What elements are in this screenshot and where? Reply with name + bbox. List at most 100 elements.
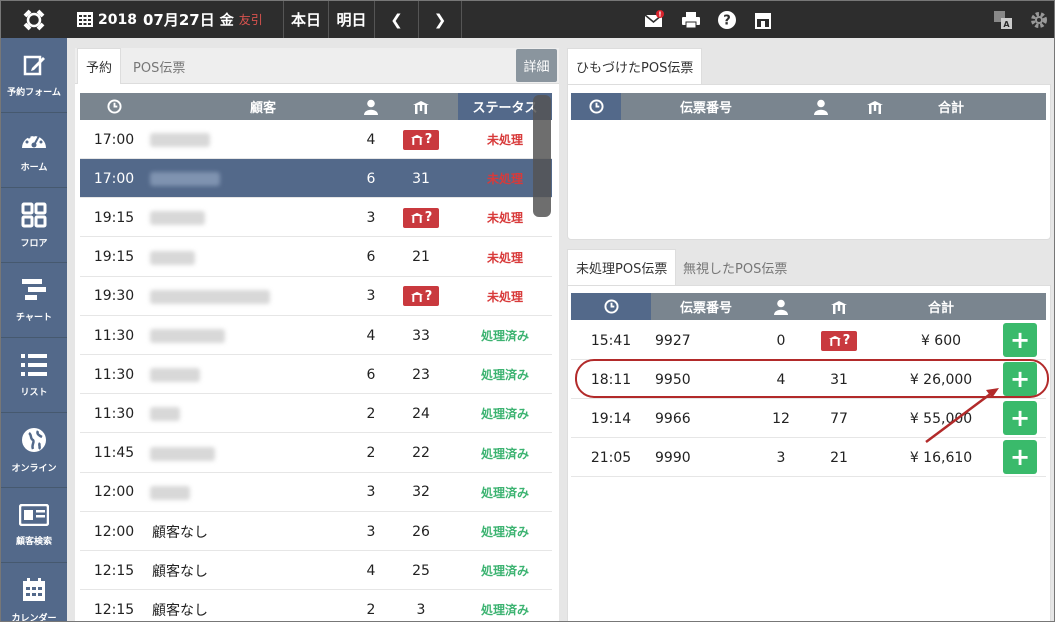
sidebar-item-label: リスト bbox=[20, 387, 48, 398]
table-row[interactable]: 19:15 3? 未処理 bbox=[80, 198, 552, 238]
sidebar-item-5[interactable]: リスト bbox=[1, 338, 67, 413]
guest-count: 3 bbox=[366, 209, 376, 226]
table-row[interactable]: 11:45 2 22 処理済み bbox=[80, 434, 552, 473]
status-badge: 処理済み bbox=[480, 446, 529, 461]
sidebar-item-4[interactable]: チャート bbox=[1, 263, 67, 338]
redacted-name bbox=[150, 289, 270, 304]
sidebar-item-8[interactable]: カレンダー bbox=[1, 563, 67, 622]
sidebar-item-label: ホーム bbox=[20, 162, 48, 173]
reservation-time: 17:00 bbox=[93, 170, 135, 187]
time-column-icon bbox=[571, 293, 651, 320]
table-row[interactable]: 11:30 6 23 処理済み bbox=[80, 355, 552, 395]
status-badge: 処理済み bbox=[480, 603, 529, 618]
printer-icon[interactable] bbox=[681, 10, 701, 30]
svg-text:!: ! bbox=[658, 11, 661, 19]
help-icon[interactable]: ? bbox=[717, 10, 737, 30]
customer-name: 顧客なし bbox=[152, 602, 208, 619]
tab-linked-pos[interactable]: ひもづけたPOS伝票 bbox=[567, 48, 703, 84]
redacted-name bbox=[150, 485, 190, 500]
highlight-annotation bbox=[575, 359, 1049, 444]
table-row[interactable]: 12:00 3 32 処理済み bbox=[80, 473, 552, 512]
guest-count: 4 bbox=[366, 327, 376, 344]
table-row[interactable]: 17:00 6 31 未処理 bbox=[80, 159, 552, 199]
redacted-name bbox=[150, 172, 220, 187]
next-day-button[interactable]: ❯ bbox=[418, 1, 462, 38]
slip-total: ¥ 600 bbox=[920, 332, 962, 349]
table-number: 22 bbox=[412, 445, 430, 462]
sidebar-item-3[interactable]: フロア bbox=[1, 188, 67, 263]
table-number: 25 bbox=[412, 562, 430, 579]
status-badge: 処理済み bbox=[480, 407, 529, 422]
table-row[interactable]: 11:30 2 24 処理済み bbox=[80, 394, 552, 434]
translate-icon[interactable]: A bbox=[993, 10, 1013, 30]
guests-column-icon bbox=[350, 93, 392, 120]
table-column-icon bbox=[398, 93, 444, 120]
unassigned-table-icon: ? bbox=[403, 129, 439, 150]
table-row[interactable]: 12:00 顧客なし 3 26 処理済み bbox=[80, 512, 552, 551]
time-column-icon bbox=[80, 93, 148, 120]
table-row[interactable]: 17:00 4? 未処理 bbox=[80, 120, 552, 159]
table-row[interactable]: 12:15 顧客なし 2 3 処理済み bbox=[80, 590, 552, 621]
settings-gear-icon[interactable] bbox=[1029, 10, 1049, 30]
app-logo-icon[interactable] bbox=[1, 1, 67, 38]
unprocessed-table-header: 伝票番号 合計 bbox=[571, 293, 1046, 320]
table-row[interactable]: 11:30 4 33 処理済み bbox=[80, 316, 552, 355]
table-row[interactable]: 15:41 9927 0? ¥ 600 + bbox=[571, 321, 1046, 360]
status-badge: 処理済み bbox=[480, 564, 529, 579]
guest-count: 4 bbox=[366, 131, 376, 148]
sidebar-item-label: カレンダー bbox=[11, 613, 57, 622]
tomorrow-button[interactable]: 明日 bbox=[328, 1, 374, 38]
customer-column-header: 顧客 bbox=[249, 101, 276, 116]
guest-count: 3 bbox=[366, 523, 376, 540]
status-badge: 未処理 bbox=[486, 289, 523, 304]
guest-count: 6 bbox=[366, 366, 376, 383]
chart-icon bbox=[20, 278, 48, 306]
table-number: 21 bbox=[412, 249, 430, 266]
time-column-icon bbox=[571, 93, 621, 120]
store-icon[interactable] bbox=[753, 10, 773, 30]
reservation-time: 12:15 bbox=[93, 562, 135, 579]
tab-unprocessed-pos[interactable]: 未処理POS伝票 bbox=[567, 249, 677, 285]
reservation-time: 12:15 bbox=[93, 601, 135, 618]
mail-icon[interactable]: ! bbox=[644, 10, 664, 30]
table-row[interactable]: 19:15 6 21 未処理 bbox=[80, 238, 552, 277]
reservation-time: 11:30 bbox=[93, 366, 135, 383]
list-icon bbox=[20, 353, 48, 381]
sidebar-item-label: フロア bbox=[20, 238, 48, 249]
scrollbar[interactable] bbox=[533, 95, 551, 217]
detail-button[interactable]: 詳細 bbox=[516, 49, 557, 82]
prev-day-button[interactable]: ❮ bbox=[374, 1, 418, 38]
unassigned-table-icon: ? bbox=[821, 330, 857, 351]
redacted-name bbox=[150, 329, 225, 343]
tab-ignored-pos[interactable]: 無視したPOS伝票 bbox=[675, 249, 795, 285]
reservation-time: 11:30 bbox=[93, 405, 135, 422]
date-display[interactable]: 2018 07月27日 金 友引 bbox=[69, 1, 281, 38]
customer-name: 顧客なし bbox=[152, 524, 208, 541]
redacted-name bbox=[150, 250, 195, 265]
guest-count: 6 bbox=[366, 170, 376, 187]
reservation-time: 19:15 bbox=[93, 249, 135, 266]
table-row[interactable]: 19:30 3? 未処理 bbox=[80, 277, 552, 316]
link-slip-plus-button[interactable]: + bbox=[1003, 323, 1037, 357]
unassigned-table-icon: ? bbox=[403, 207, 439, 228]
slip-number-header: 伝票番号 bbox=[679, 101, 732, 116]
guests-column-icon bbox=[761, 293, 801, 320]
tab-pos-slips[interactable]: POS伝票 bbox=[125, 48, 193, 84]
status-badge: 未処理 bbox=[486, 250, 523, 265]
sidebar-item-7[interactable]: 顧客検索 bbox=[1, 488, 67, 563]
guests-column-icon bbox=[801, 93, 841, 120]
svg-text:?: ? bbox=[723, 14, 731, 29]
table-number: 24 bbox=[412, 405, 430, 422]
total-column-header: 合計 bbox=[927, 301, 954, 316]
table-row[interactable]: 12:15 顧客なし 4 25 処理済み bbox=[80, 551, 552, 591]
guest-count: 2 bbox=[366, 601, 376, 618]
guest-count: 0 bbox=[776, 332, 786, 349]
sidebar-item-2[interactable]: ホーム bbox=[1, 113, 67, 188]
guest-count: 2 bbox=[366, 445, 376, 462]
status-badge: 処理済み bbox=[480, 485, 529, 500]
today-button[interactable]: 本日 bbox=[283, 1, 328, 38]
sidebar-item-label: 顧客検索 bbox=[15, 536, 52, 547]
sidebar-item-6[interactable]: オンライン bbox=[1, 413, 67, 488]
tab-reservations[interactable]: 予約 bbox=[77, 48, 122, 84]
sidebar-item-1[interactable]: 予約フォーム bbox=[1, 38, 67, 113]
